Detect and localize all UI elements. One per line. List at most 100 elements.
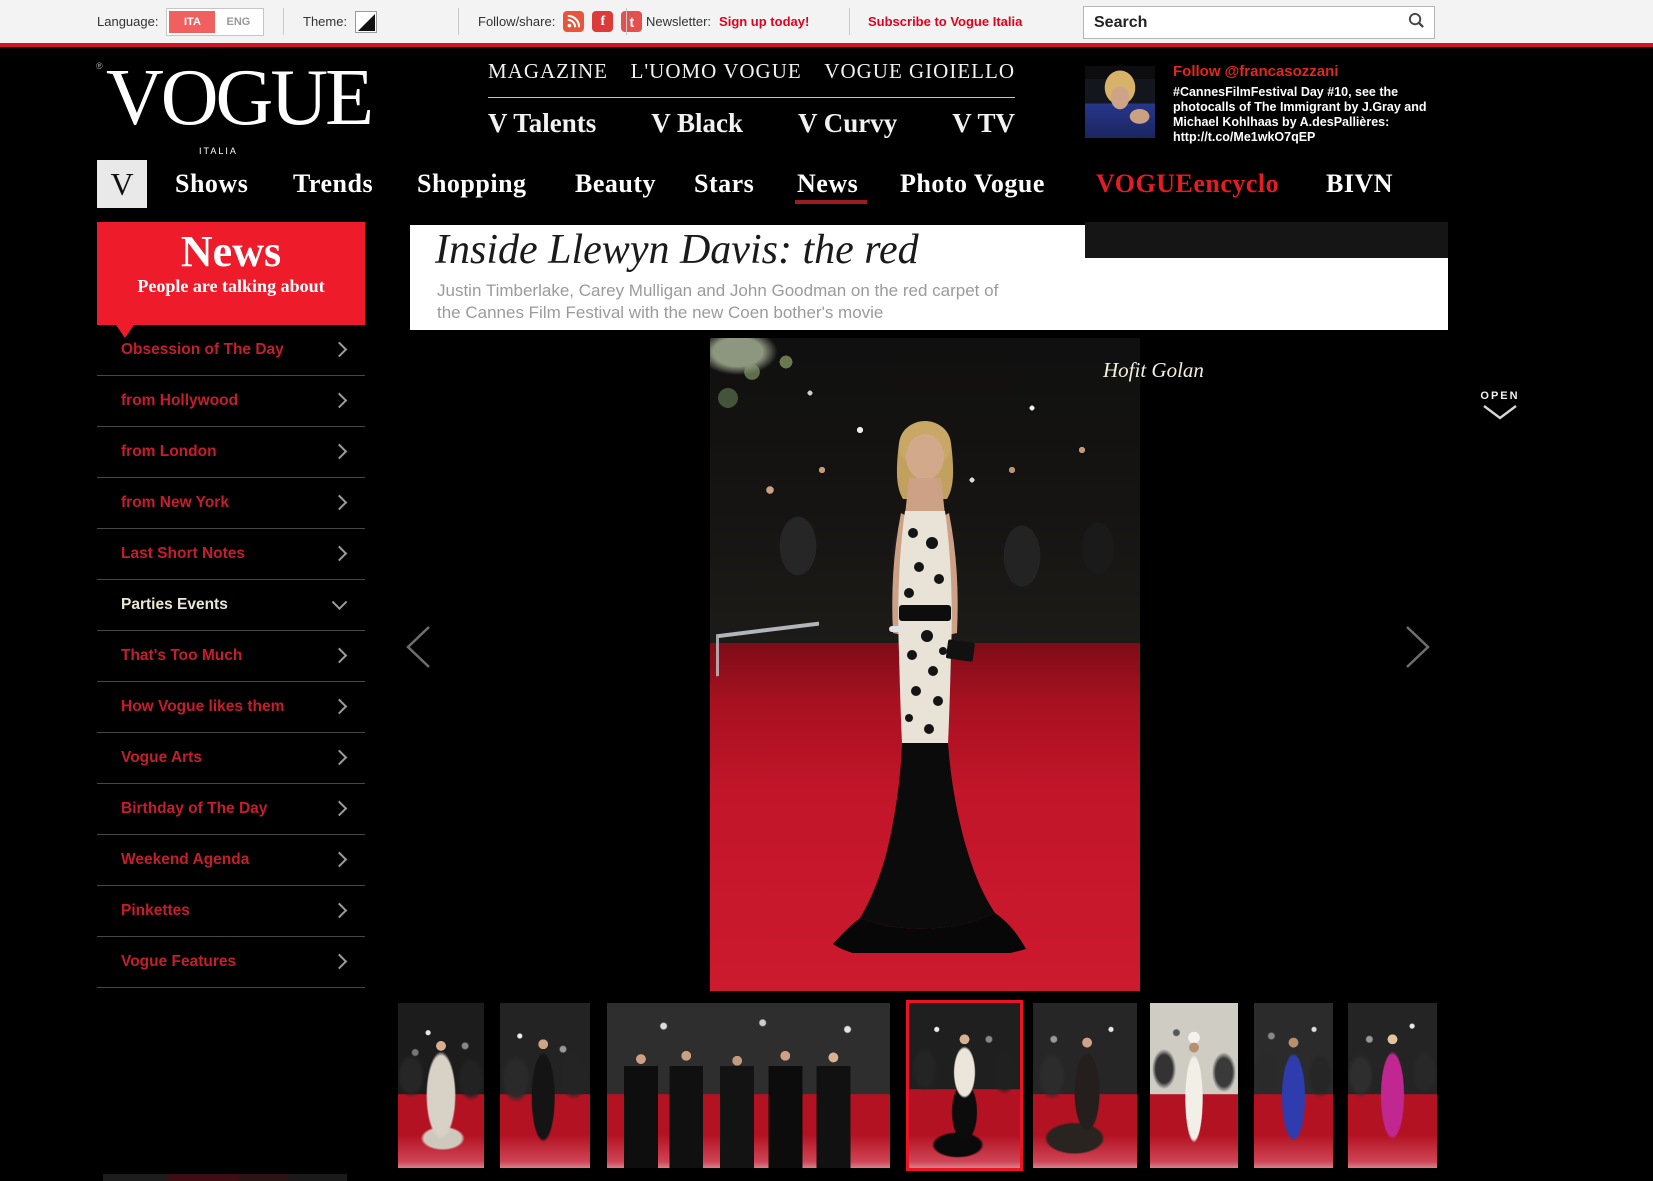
- chevron-right-icon: [332, 444, 348, 460]
- photo-caption: Hofit Golan: [1103, 358, 1204, 383]
- menu-v-talents[interactable]: V Talents: [488, 108, 596, 139]
- menu-v-curvy[interactable]: V Curvy: [798, 108, 897, 139]
- section-name: News: [97, 228, 365, 276]
- rss-icon[interactable]: [563, 11, 584, 32]
- header-band-notch: [1085, 222, 1448, 258]
- gallery-thumbnail-2[interactable]: [500, 1003, 590, 1168]
- divider: [458, 8, 459, 35]
- sidebar-item-label: Last Short Notes: [121, 545, 245, 563]
- top-utility-bar: Language: ITA ENG Theme: Follow/share: f…: [0, 0, 1653, 47]
- section-pointer: [116, 325, 134, 338]
- thumbnail-photo: [500, 1003, 590, 1168]
- nav-item-shows[interactable]: Shows: [175, 160, 248, 208]
- sidebar-item-label: Vogue Features: [121, 953, 236, 971]
- article-subtitle-line2: the Cannes Film Festival with the new Co…: [437, 302, 998, 324]
- sidebar-item-last-short-notes[interactable]: Last Short Notes: [97, 529, 365, 580]
- newsletter-group: Newsletter: Sign up today!: [646, 0, 809, 43]
- nav-v-home[interactable]: V: [97, 160, 147, 208]
- nav-item-stars[interactable]: Stars: [694, 160, 754, 208]
- sidebar-item-from-london[interactable]: from London: [97, 427, 365, 478]
- divider: [283, 8, 284, 35]
- thumbnail-photo: [1033, 1003, 1137, 1168]
- gallery-thumbnail-4-selected[interactable]: [906, 1000, 1023, 1171]
- chevron-right-icon: [332, 852, 348, 868]
- sidebar-item-vogue-features[interactable]: Vogue Features: [97, 937, 365, 988]
- menu-divider: [488, 97, 1015, 98]
- sidebar-item-from-hollywood[interactable]: from Hollywood: [97, 376, 365, 427]
- thumbnail-photo: [909, 1003, 1020, 1168]
- chevron-right-icon: [332, 495, 348, 511]
- facebook-icon[interactable]: f: [592, 11, 613, 32]
- sidebar-item-thats-too-much[interactable]: That's Too Much: [97, 631, 365, 682]
- language-toggle: ITA ENG: [166, 8, 264, 36]
- theme-swatch-icon[interactable]: [355, 11, 377, 33]
- menu-magazine[interactable]: MAGAZINE: [488, 59, 608, 84]
- gallery-thumbnail-6[interactable]: [1150, 1003, 1238, 1168]
- vogue-logo-italia: ITALIA: [197, 145, 240, 157]
- sidebar-item-label: How Vogue likes them: [121, 698, 284, 716]
- chevron-down-icon: [332, 594, 348, 610]
- sidebar-item-obsession-of-the-day[interactable]: Obsession of The Day: [97, 325, 365, 376]
- logo-trademark: ®: [96, 61, 103, 71]
- menu-v-black[interactable]: V Black: [651, 108, 743, 139]
- menu-vogue-gioiello[interactable]: VOGUE GIOIELLO: [824, 59, 1015, 84]
- theme-switcher: Theme:: [303, 0, 377, 43]
- sidebar-item-weekend-agenda[interactable]: Weekend Agenda: [97, 835, 365, 886]
- gallery-thumbnail-1[interactable]: [398, 1003, 484, 1168]
- language-ita-button[interactable]: ITA: [169, 11, 215, 33]
- sidebar-item-label: from Hollywood: [121, 392, 238, 410]
- sidebar-item-parties-events[interactable]: Parties Events: [97, 580, 365, 631]
- gallery-main-photo[interactable]: [710, 338, 1140, 991]
- next-photo-arrow[interactable]: [1403, 624, 1433, 675]
- gallery-thumbnail-8[interactable]: [1348, 1003, 1437, 1168]
- sidebar-item-how-vogue-likes-them[interactable]: How Vogue likes them: [97, 682, 365, 733]
- gallery-thumbnail-3[interactable]: [607, 1003, 890, 1168]
- nav-item-vogueencyclo[interactable]: VOGUEencyclo: [1096, 160, 1279, 208]
- article-subtitle-line1: Justin Timberlake, Carey Mulligan and Jo…: [437, 280, 998, 302]
- search-input[interactable]: [1084, 9, 1408, 36]
- section-header[interactable]: News People are talking about: [97, 222, 365, 325]
- newsletter-label: Newsletter:: [646, 14, 711, 29]
- sidebar-item-vogue-arts[interactable]: Vogue Arts: [97, 733, 365, 784]
- nav-item-photo-vogue[interactable]: Photo Vogue: [900, 160, 1045, 208]
- sidebar-item-label: Vogue Arts: [121, 749, 202, 767]
- sidebar-item-label: from New York: [121, 494, 229, 512]
- search-icon[interactable]: [1408, 12, 1434, 34]
- gallery-thumbnail-5[interactable]: [1033, 1003, 1137, 1168]
- nav-item-shopping[interactable]: Shopping: [417, 160, 527, 208]
- thumbnail-photo: [1254, 1003, 1333, 1168]
- avatar[interactable]: [1085, 66, 1155, 138]
- gallery-thumbnail-7[interactable]: [1254, 1003, 1333, 1168]
- chevron-right-icon: [332, 393, 348, 409]
- sidebar-item-from-new-york[interactable]: from New York: [97, 478, 365, 529]
- chevron-right-icon: [332, 342, 348, 358]
- nav-item-trends[interactable]: Trends: [293, 160, 373, 208]
- sidebar-item-label: from London: [121, 443, 217, 461]
- nav-item-beauty[interactable]: Beauty: [575, 160, 656, 208]
- sidebar-item-pinkettes[interactable]: Pinkettes: [97, 886, 365, 937]
- open-chevron-icon: [1481, 404, 1519, 422]
- newsletter-signup-link[interactable]: Sign up today!: [719, 14, 809, 29]
- header-menu-row1: MAGAZINE L'UOMO VOGUE VOGUE GIOIELLO: [488, 59, 1015, 84]
- thumbnail-photo: [607, 1003, 890, 1168]
- menu-v-tv[interactable]: V TV: [952, 108, 1015, 139]
- divider: [626, 8, 627, 35]
- prev-photo-arrow[interactable]: [403, 624, 433, 675]
- site-header: ® VOGUE ITALIA MAGAZINE L'UOMO VOGUE VOG…: [0, 47, 1653, 160]
- nav-item-bivn[interactable]: BIVN: [1326, 160, 1393, 208]
- menu-luomo-vogue[interactable]: L'UOMO VOGUE: [631, 59, 802, 84]
- open-panel-button[interactable]: OPEN: [1474, 390, 1526, 427]
- sidebar-item-label: Obsession of The Day: [121, 341, 284, 359]
- twitter-follow-link[interactable]: Follow @francasozzani: [1173, 63, 1455, 80]
- thumbnail-photo: [1348, 1003, 1437, 1168]
- header-menu: MAGAZINE L'UOMO VOGUE VOGUE GIOIELLO V T…: [488, 59, 1015, 139]
- twitter-icon[interactable]: t: [621, 11, 642, 32]
- article-title: Inside Llewyn Davis: the red: [435, 226, 919, 274]
- vogue-logo[interactable]: VOGUE: [106, 48, 371, 148]
- sidebar-item-birthday-of-the-day[interactable]: Birthday of The Day: [97, 784, 365, 835]
- chevron-right-icon: [332, 699, 348, 715]
- subscribe-link[interactable]: Subscribe to Vogue Italia: [868, 14, 1022, 29]
- partial-bottom-element: [103, 1174, 347, 1181]
- language-eng-button[interactable]: ENG: [215, 11, 261, 33]
- language-label: Language:: [97, 14, 158, 29]
